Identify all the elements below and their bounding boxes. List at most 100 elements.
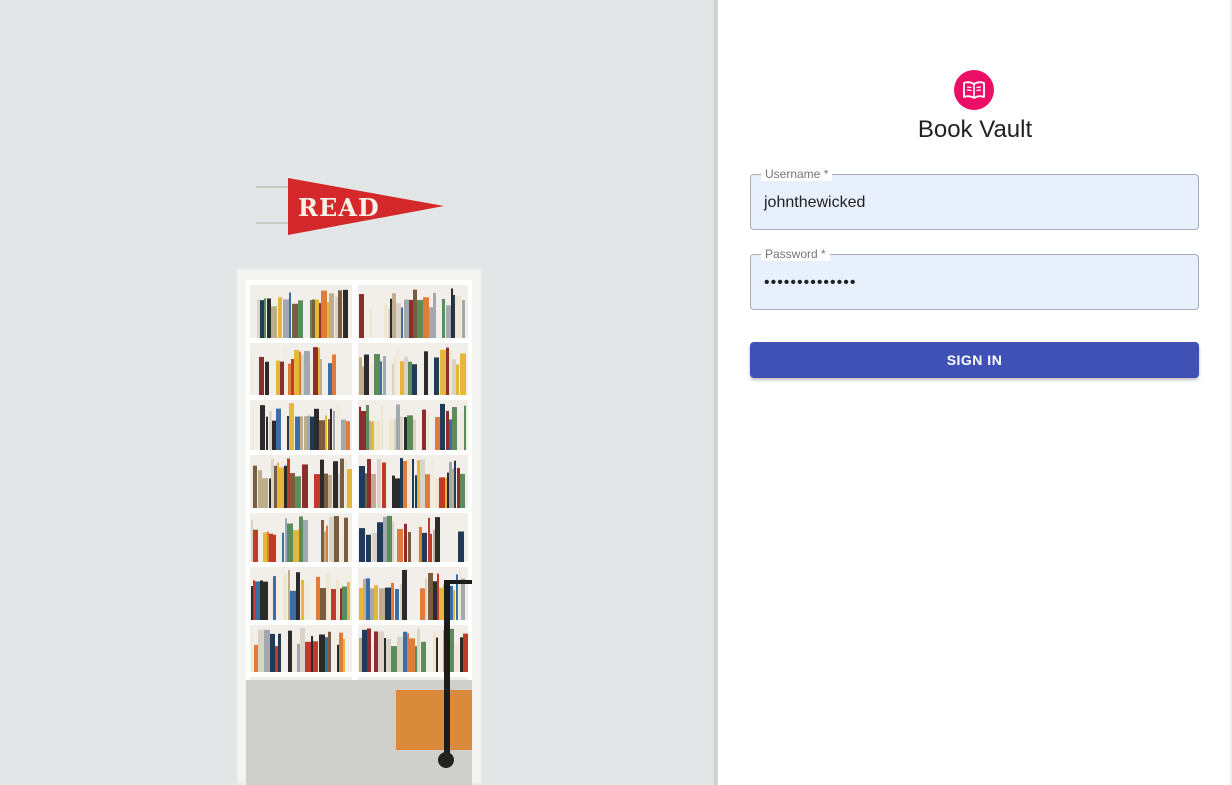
sign-in-button[interactable]: SIGN IN (750, 342, 1199, 378)
book-spine (328, 419, 330, 450)
username-input[interactable]: johnthewicked (764, 175, 1185, 231)
book-spine (290, 590, 296, 620)
book-spine (366, 578, 370, 620)
book-spine (437, 573, 439, 620)
book-spine (439, 477, 445, 508)
password-field[interactable]: Password * •••••••••••••• (750, 247, 1199, 311)
book-spine (417, 460, 420, 508)
book-spine (284, 465, 287, 508)
book-spine (364, 354, 369, 395)
book-spine (283, 574, 287, 620)
book-spine (298, 300, 303, 338)
book-spine (257, 299, 260, 338)
shelf-board (246, 450, 472, 455)
book-spine (388, 308, 390, 338)
book-spine (359, 588, 363, 620)
book-spine (440, 403, 445, 450)
book-spine (344, 517, 348, 562)
book-spine (284, 346, 287, 395)
book-spine (394, 418, 396, 450)
book-spine (299, 516, 303, 562)
shelf-board (246, 562, 472, 567)
book-spine (318, 347, 320, 395)
book-spine (383, 356, 386, 395)
book-spine (313, 347, 318, 395)
book-spine (283, 299, 289, 338)
book-spine (329, 569, 331, 620)
book-spine (265, 361, 269, 395)
book-spine (287, 458, 290, 508)
book-spine (339, 534, 344, 562)
book-spine (361, 410, 366, 450)
book-spine (383, 516, 387, 562)
book-spine (453, 590, 455, 620)
book-spine (251, 408, 254, 450)
book-spine (430, 459, 434, 508)
book-spine (390, 298, 392, 338)
book-spine (258, 629, 264, 672)
book-spine (280, 361, 284, 395)
book-spine (427, 412, 429, 450)
book-spine (333, 461, 338, 508)
book-spine (251, 628, 253, 672)
book-spine (291, 359, 294, 395)
book-spine (461, 578, 465, 620)
book-spine (336, 579, 339, 620)
book-spine (378, 631, 384, 672)
shelf-board (246, 672, 472, 677)
book-spine (458, 412, 464, 450)
book-spine (269, 478, 271, 508)
book-spine (454, 460, 456, 508)
book-spine (359, 637, 362, 672)
book-spine (328, 474, 332, 508)
hero-image: READ (0, 0, 718, 785)
book-spine (446, 347, 449, 395)
book-spine (369, 365, 374, 395)
book-spine (338, 473, 340, 508)
book-spine (420, 459, 425, 508)
book-spine (396, 347, 400, 395)
book-spine (278, 297, 282, 338)
username-field[interactable]: Username * johnthewicked (750, 167, 1199, 231)
book-spine (380, 361, 382, 395)
book-spine (320, 359, 322, 395)
book-spine (288, 630, 292, 672)
book-spine (397, 636, 403, 672)
book-spine (404, 523, 407, 562)
book-spine (387, 515, 392, 562)
book-spine (402, 569, 407, 620)
book-spine (458, 531, 464, 562)
book-spine (457, 467, 460, 508)
book-spine (425, 577, 427, 620)
book-spine (304, 350, 310, 395)
book-spine (392, 363, 394, 395)
book-spine (267, 298, 271, 338)
book-spine (275, 646, 278, 672)
password-input[interactable]: •••••••••••••• (764, 255, 1185, 311)
book-spine (289, 403, 294, 450)
book-spine (445, 477, 447, 508)
book-spine (366, 534, 371, 562)
book-spine (415, 646, 417, 672)
book-spine (391, 646, 397, 672)
book-spine (274, 465, 277, 508)
book-spine (412, 458, 414, 508)
book-spine (436, 637, 438, 672)
book-spine (379, 588, 385, 620)
book-spine (334, 516, 339, 562)
book-spine (433, 292, 436, 338)
book-spine (260, 300, 264, 338)
book-spine (400, 416, 403, 450)
book-spine (413, 419, 416, 450)
book-spine (277, 462, 279, 508)
book-spine (255, 581, 260, 620)
book-spine (260, 580, 263, 620)
book-spine (438, 631, 441, 672)
book-spine (285, 518, 287, 562)
book-spine (269, 411, 272, 450)
book-spine (359, 528, 365, 562)
book-spine (372, 532, 377, 562)
book-open-icon (954, 70, 994, 110)
book-spine (359, 357, 362, 395)
book-spine (365, 473, 367, 508)
